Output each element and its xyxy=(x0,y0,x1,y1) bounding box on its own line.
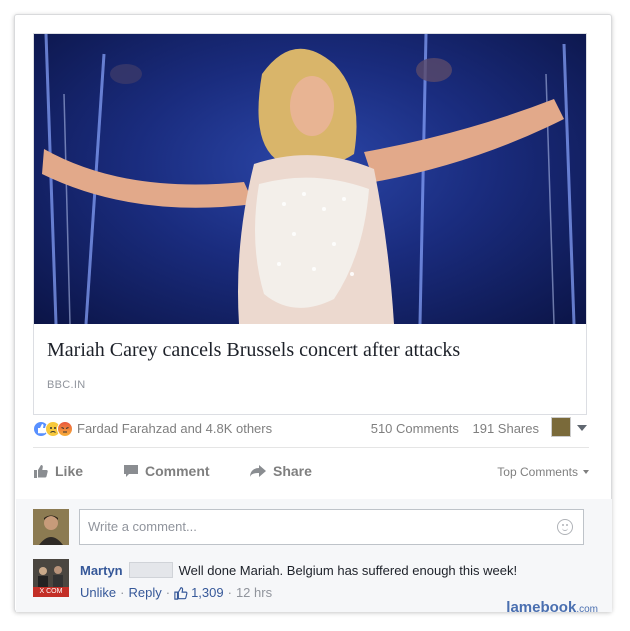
unlike-link[interactable]: Unlike xyxy=(80,585,116,600)
separator-dot: · xyxy=(120,585,125,600)
article-domain: BBC.IN xyxy=(47,379,86,391)
watermark-suffix: .com xyxy=(576,604,598,615)
share-icon xyxy=(250,465,266,477)
comment-label: Comment xyxy=(145,463,210,479)
reactions-summary: Fardad Farahzad and 4.8K others 510 Comm… xyxy=(33,417,589,439)
concert-photo xyxy=(42,34,576,324)
facebook-post-card: Mariah Carey cancels Brussels concert af… xyxy=(14,14,612,616)
like-button[interactable]: Like xyxy=(33,463,83,479)
engagement-counts: 510 Comments 191 Shares xyxy=(361,421,539,436)
reaction-names[interactable]: Fardad Farahzad and 4.8K others xyxy=(77,421,272,436)
comment-input[interactable]: Write a comment... xyxy=(79,509,584,545)
comment-placeholder: Write a comment... xyxy=(88,519,197,534)
comment-icon xyxy=(124,465,138,477)
comment-likes: 1,309 xyxy=(191,585,224,600)
comment-text: Well done Mariah. Belgium has suffered e… xyxy=(178,562,518,578)
comment-body: Martyn Well done Mariah. Belgium has suf… xyxy=(80,562,517,578)
chevron-down-icon xyxy=(583,470,589,474)
avatar-tag: X COM xyxy=(33,587,69,597)
link-preview[interactable]: Mariah Carey cancels Brussels concert af… xyxy=(33,33,587,415)
comment-button[interactable]: Comment xyxy=(123,463,210,479)
share-button[interactable]: Share xyxy=(249,463,312,479)
thumbs-up-icon xyxy=(34,465,48,478)
viewer-avatar[interactable] xyxy=(551,417,571,437)
separator-dot: · xyxy=(165,585,171,600)
comment-like-count[interactable]: 1,309 xyxy=(174,585,224,600)
comment-author-link[interactable]: Martyn xyxy=(80,563,123,578)
post-actions: Like Comment Share Top Comments xyxy=(33,459,589,483)
shares-count[interactable]: 191 Shares xyxy=(473,421,540,436)
article-headline[interactable]: Mariah Carey cancels Brussels concert af… xyxy=(47,339,577,362)
divider xyxy=(33,447,589,448)
chevron-down-icon[interactable] xyxy=(577,425,587,431)
redacted-surname xyxy=(128,562,173,578)
top-comments-dropdown[interactable]: Top Comments xyxy=(497,465,589,479)
watermark-main: lamebook xyxy=(506,599,577,616)
share-label: Share xyxy=(273,463,312,479)
separator-dot: · xyxy=(227,585,232,600)
comments-section: Write a comment... X COM Martyn Well don… xyxy=(16,499,612,616)
like-label: Like xyxy=(55,463,84,479)
commenter-avatar[interactable]: X COM xyxy=(33,559,69,597)
lamebook-watermark: lamebook.com xyxy=(506,599,598,616)
comment-time[interactable]: 12 hrs xyxy=(236,585,272,600)
top-comments-label: Top Comments xyxy=(497,465,578,479)
comments-count[interactable]: 510 Comments xyxy=(371,421,459,436)
viewer-profile-avatar[interactable] xyxy=(33,509,69,545)
article-image[interactable] xyxy=(34,34,586,324)
emoji-smile-icon[interactable] xyxy=(557,519,573,535)
angry-reaction-icon xyxy=(57,421,73,437)
comment-meta: Unlike · Reply · 1,309 · 12 hrs xyxy=(80,585,272,600)
thumbs-up-icon xyxy=(174,586,188,600)
reply-link[interactable]: Reply xyxy=(128,585,161,600)
